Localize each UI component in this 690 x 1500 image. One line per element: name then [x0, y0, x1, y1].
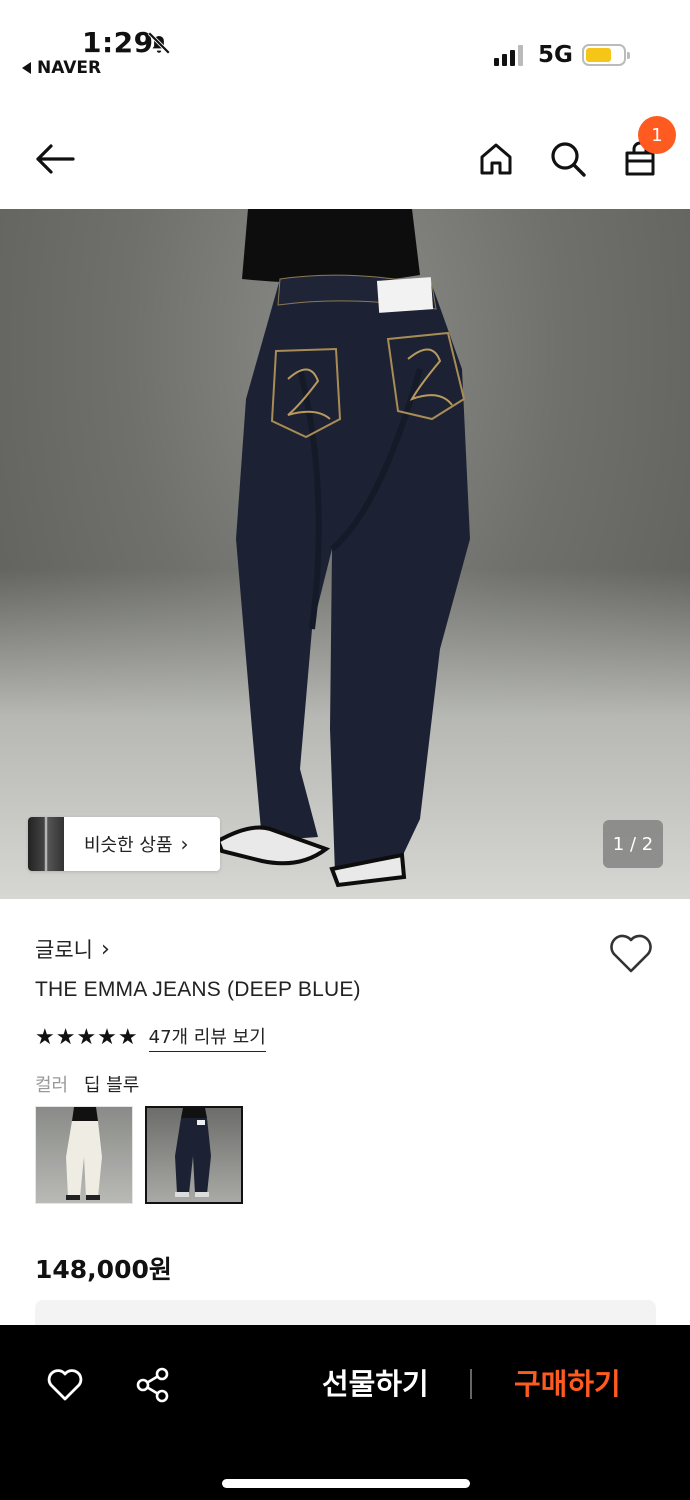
battery-icon: [582, 44, 630, 66]
battery-fill: [586, 48, 612, 62]
status-time: 1:29: [82, 26, 154, 59]
similar-thumbnail: [28, 817, 64, 871]
color-row: 컬러 딥 블루: [35, 1071, 139, 1097]
top-nav: [0, 110, 690, 208]
share-icon[interactable]: [133, 1365, 173, 1405]
bell-off-icon: [147, 31, 171, 55]
back-triangle-icon: [22, 62, 31, 74]
heart-icon[interactable]: [45, 1365, 85, 1405]
home-indicator[interactable]: [222, 1479, 470, 1488]
action-divider: [470, 1369, 472, 1399]
color-value: 딥 블루: [83, 1075, 140, 1096]
gift-button[interactable]: 선물하기: [322, 1361, 429, 1403]
similar-products-label: 비슷한 상품: [84, 835, 173, 856]
bottom-action-bar: 선물하기 구매하기: [0, 1325, 690, 1500]
status-bar: 1:29 NAVER 5G: [0, 0, 690, 100]
brand-name: 글로니: [35, 938, 93, 962]
product-price: 148,000원: [35, 1255, 172, 1284]
rating-row: ★★★★★ 47개 리뷰 보기: [35, 1023, 266, 1052]
cart-count-badge: 1: [638, 116, 676, 154]
rating-stars: ★★★★★: [35, 1025, 139, 1050]
signal-icon: [494, 44, 523, 66]
similar-products-button[interactable]: 비슷한 상품 ›: [28, 817, 220, 871]
color-label: 컬러: [35, 1075, 69, 1096]
search-icon[interactable]: [547, 138, 589, 180]
home-icon[interactable]: [475, 138, 517, 180]
wishlist-heart-icon[interactable]: [608, 933, 654, 975]
chevron-right-icon: ›: [100, 936, 110, 962]
product-title: THE EMMA JEANS (DEEP BLUE): [35, 978, 361, 1001]
product-photo: [215, 209, 470, 888]
network-type: 5G: [538, 42, 573, 68]
review-link[interactable]: 47개 리뷰 보기: [148, 1023, 266, 1052]
chevron-right-icon: ›: [180, 832, 189, 856]
buy-button[interactable]: 구매하기: [514, 1361, 621, 1403]
back-app-label: NAVER: [37, 58, 102, 78]
color-swatch-white[interactable]: [35, 1106, 133, 1204]
brand-link[interactable]: 글로니 ›: [35, 934, 110, 964]
product-image-carousel[interactable]: 비슷한 상품 › 1 / 2: [0, 209, 690, 899]
back-to-app-link[interactable]: NAVER: [22, 58, 101, 78]
image-page-indicator: 1 / 2: [603, 820, 663, 868]
color-swatch-deep-blue[interactable]: [145, 1106, 243, 1204]
back-arrow-icon[interactable]: [33, 138, 75, 180]
